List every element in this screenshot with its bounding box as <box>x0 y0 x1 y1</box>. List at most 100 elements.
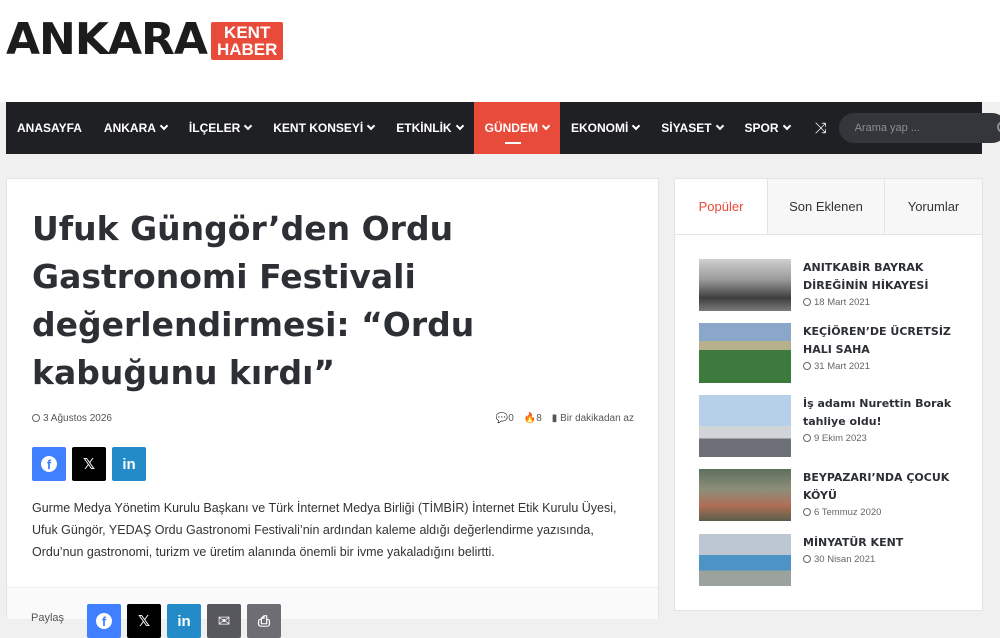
article-meta: 3 Ağustos 2026 💬0 🔥8 ▮ Bir dakikadan az <box>32 413 634 424</box>
nav-label: GÜNDEM <box>484 121 538 135</box>
x-icon: 𝕏 <box>137 613 151 630</box>
linkedin-icon: in <box>122 455 136 473</box>
clock-icon <box>803 555 811 563</box>
chevron-down-icon <box>367 121 376 131</box>
post-title[interactable]: MİNYATÜR KENT <box>803 534 953 552</box>
clock-icon <box>803 362 811 370</box>
nav-item-ilceler[interactable]: İLÇELER <box>178 102 262 154</box>
search-input[interactable] <box>854 122 997 134</box>
post-date: 6 Temmuz 2020 <box>803 507 953 518</box>
chevron-down-icon <box>244 121 253 131</box>
post-title[interactable]: ANITKABİR BAYRAK DİREĞİNİN HİKAYESİ <box>803 259 953 295</box>
share-linkedin-button[interactable]: in <box>112 447 146 481</box>
date-text: 3 Ağustos 2026 <box>43 413 112 424</box>
nav-label: SPOR <box>744 121 779 135</box>
list-item[interactable]: BEYPAZARI’NDA ÇOCUK KÖYÜ 6 Temmuz 2020 <box>699 469 969 521</box>
share-row-bottom: f 𝕏 in ✉ ⎙ <box>87 604 281 638</box>
nav-item-gundem[interactable]: GÜNDEM <box>473 102 560 154</box>
post-info: KEÇİÖREN’DE ÜCRETSİZ HALI SAHA 31 Mart 2… <box>803 323 953 383</box>
logo-text: ANKARA <box>6 14 208 65</box>
print-button[interactable]: ⎙ <box>247 604 281 638</box>
list-item[interactable]: ANITKABİR BAYRAK DİREĞİNİN HİKAYESİ 18 M… <box>699 259 969 311</box>
post-date-text: 31 Mart 2021 <box>814 361 870 372</box>
article-body: Gurme Medya Yönetim Kurulu Başkanı ve Tü… <box>32 501 617 559</box>
chevron-down-icon <box>159 121 169 131</box>
site-logo[interactable]: ANKARA KENT HABER <box>6 14 284 66</box>
facebook-icon: f <box>41 456 57 472</box>
nav-item-spor[interactable]: SPOR <box>734 102 801 154</box>
post-thumbnail[interactable] <box>699 395 791 457</box>
nav-item-kent-konseyi[interactable]: KENT KONSEYİ <box>262 102 385 154</box>
post-date: 9 Ekim 2023 <box>803 433 953 444</box>
post-thumbnail[interactable] <box>699 534 791 586</box>
post-date-text: 30 Nisan 2021 <box>814 554 876 565</box>
list-item[interactable]: İş adamı Nurettin Borak tahliye oldu! 9 … <box>699 395 969 457</box>
post-thumbnail[interactable] <box>699 469 791 521</box>
read-time-value: Bir dakikadan az <box>560 413 634 424</box>
x-icon: 𝕏 <box>82 456 96 473</box>
nav-label: KENT KONSEYİ <box>273 121 364 135</box>
clock-icon <box>803 298 811 306</box>
search-box <box>838 113 1000 143</box>
nav-label: ANKARA <box>103 121 156 135</box>
view-count-value: 8 <box>536 413 542 424</box>
logo-badge-line2: HABER <box>216 40 278 59</box>
post-title[interactable]: KEÇİÖREN’DE ÜCRETSİZ HALI SAHA <box>803 323 953 359</box>
post-thumbnail[interactable] <box>699 323 791 383</box>
post-info: BEYPAZARI’NDA ÇOCUK KÖYÜ 6 Temmuz 2020 <box>803 469 953 521</box>
list-item[interactable]: MİNYATÜR KENT 30 Nisan 2021 <box>699 534 969 586</box>
logo-badge-line1: KENT <box>224 23 271 42</box>
post-date-text: 9 Ekim 2023 <box>814 433 867 444</box>
post-info: İş adamı Nurettin Borak tahliye oldu! 9 … <box>803 395 953 457</box>
nav-label: EKONOMİ <box>570 121 629 135</box>
tab-son-eklenen[interactable]: Son Eklenen <box>767 179 884 234</box>
share-facebook-button[interactable]: f <box>87 604 121 638</box>
article-title: Ufuk Güngör’den Ordu Gastronomi Festival… <box>32 209 475 392</box>
post-thumbnail[interactable] <box>699 259 791 311</box>
article-date: 3 Ağustos 2026 <box>32 413 112 424</box>
nav-item-etkinlik[interactable]: ETKİNLİK <box>385 102 473 154</box>
nav-label: ANASAYFA <box>17 121 82 135</box>
chevron-down-icon <box>455 121 464 131</box>
post-info: ANITKABİR BAYRAK DİREĞİNİN HİKAYESİ 18 M… <box>803 259 953 311</box>
clock-icon <box>803 508 811 516</box>
chevron-down-icon <box>632 121 641 131</box>
nav-label: ETKİNLİK <box>396 121 452 135</box>
post-info: MİNYATÜR KENT 30 Nisan 2021 <box>803 534 953 586</box>
sidebar-widget: Popüler Son Eklenen Yorumlar ANITKABİR B… <box>674 178 983 611</box>
chevron-down-icon <box>541 121 551 131</box>
share-linkedin-button[interactable]: in <box>167 604 201 638</box>
chevron-down-icon <box>782 121 791 131</box>
linkedin-icon: in <box>177 612 191 630</box>
post-title[interactable]: BEYPAZARI’NDA ÇOCUK KÖYÜ <box>803 469 953 505</box>
clock-icon <box>803 434 811 442</box>
article-stats: 💬0 🔥8 ▮ Bir dakikadan az <box>496 413 634 424</box>
nav-item-ankara[interactable]: ANKARA <box>93 102 178 154</box>
main-nav: ANASAYFA ANKARA İLÇELER KENT KONSEYİ ETK… <box>6 102 1000 154</box>
share-row-top: f 𝕏 in <box>32 447 146 481</box>
site-header: ANKARA KENT HABER <box>0 0 1000 102</box>
tab-populer[interactable]: Popüler <box>675 179 767 234</box>
post-date-text: 6 Temmuz 2020 <box>814 507 882 518</box>
nav-item-ekonomi[interactable]: EKONOMİ <box>560 102 650 154</box>
tab-yorumlar[interactable]: Yorumlar <box>884 179 982 234</box>
share-label: Paylaş <box>31 612 65 624</box>
read-time: ▮ Bir dakikadan az <box>552 413 634 424</box>
share-facebook-button[interactable]: f <box>32 447 66 481</box>
post-date: 30 Nisan 2021 <box>803 554 953 565</box>
bookmark-icon: ▮ <box>551 413 558 424</box>
share-x-button[interactable]: 𝕏 <box>127 604 161 638</box>
clock-icon <box>32 414 40 422</box>
nav-item-siyaset[interactable]: SİYASET <box>650 102 733 154</box>
post-title[interactable]: İş adamı Nurettin Borak tahliye oldu! <box>803 395 953 431</box>
list-item[interactable]: KEÇİÖREN’DE ÜCRETSİZ HALI SAHA 31 Mart 2… <box>699 323 969 383</box>
sidebar-tabs: Popüler Son Eklenen Yorumlar <box>675 179 982 235</box>
comment-icon: 💬 <box>495 413 509 424</box>
share-x-button[interactable]: 𝕏 <box>72 447 106 481</box>
share-email-button[interactable]: ✉ <box>207 604 241 638</box>
nav-item-anasayfa[interactable]: ANASAYFA <box>6 102 93 154</box>
post-date-text: 18 Mart 2021 <box>814 297 870 308</box>
facebook-icon: f <box>96 613 112 629</box>
comment-count[interactable]: 💬0 <box>496 413 514 424</box>
shuffle-icon[interactable]: ⤨ <box>815 120 827 137</box>
